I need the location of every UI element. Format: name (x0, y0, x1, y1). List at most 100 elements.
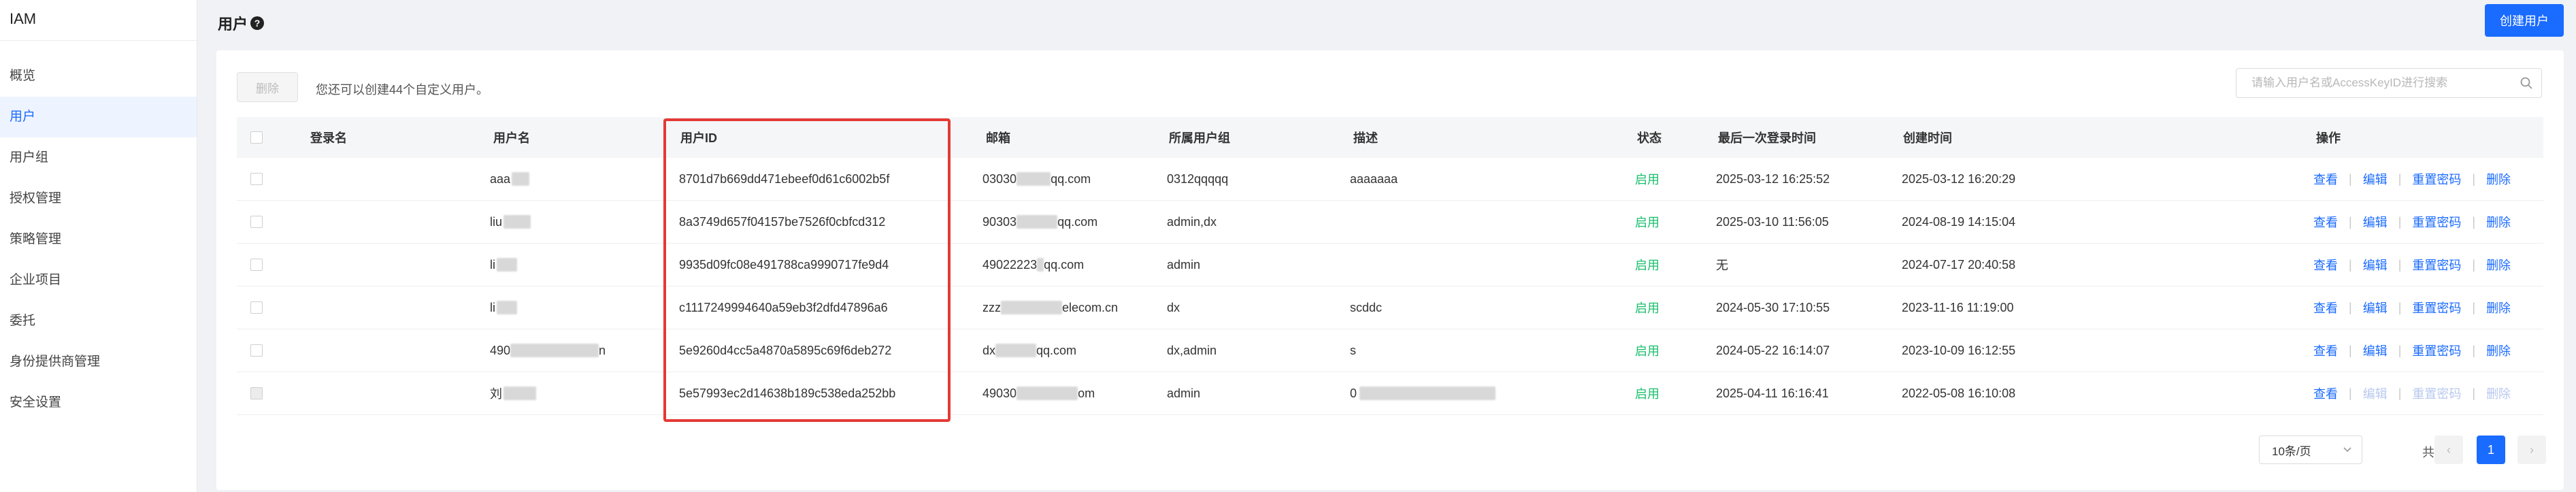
row-description: aaaaaaa (1350, 171, 1398, 186)
page-size-value: 10条/页 (2272, 444, 2311, 458)
row-created: 2023-11-16 11:19:00 (1902, 300, 2014, 314)
view-link[interactable]: 查看 (2313, 384, 2338, 402)
row-groups: dx,admin (1167, 343, 1217, 357)
create-user-button[interactable]: 创建用户 (2485, 4, 2564, 37)
row-created: 2023-10-09 16:12:55 (1902, 343, 2016, 357)
row-last-login: 无 (1716, 259, 1728, 272)
page-1-button[interactable]: 1 (2477, 436, 2505, 464)
reset-password-link[interactable]: 重置密码 (2412, 299, 2461, 316)
redacted-mask (1037, 258, 1044, 272)
row-last-login: 2024-05-22 16:14:07 (1716, 343, 1830, 357)
row-email-suffix: om (1078, 386, 1095, 400)
reset-password-link[interactable]: 重置密码 (2412, 170, 2461, 188)
page-title: 用户 ? (218, 12, 265, 34)
sidebar-item-security-settings[interactable]: 安全设置 (0, 382, 197, 423)
reset-password-link[interactable]: 重置密码 (2412, 256, 2461, 274)
edit-link: 编辑 (2362, 387, 2388, 401)
edit-link[interactable]: 编辑 (2363, 299, 2388, 316)
sidebar-item-users[interactable]: 用户 (0, 97, 197, 137)
row-status: 启用 (1635, 387, 1659, 401)
col-groups: 所属用户组 (1169, 131, 1230, 145)
col-user-id: 用户ID (680, 131, 717, 145)
row-status: 启用 (1635, 259, 1659, 272)
row-checkbox[interactable] (250, 387, 263, 399)
sidebar-item-identity-providers[interactable]: 身份提供商管理 (0, 342, 197, 382)
row-username: 刘 (490, 387, 502, 401)
row-username: liu (490, 214, 503, 229)
col-description: 描述 (1353, 131, 1378, 145)
help-icon[interactable]: ? (250, 16, 265, 30)
view-link[interactable]: 查看 (2313, 213, 2338, 231)
search-box (2236, 68, 2542, 98)
edit-link[interactable]: 编辑 (2363, 256, 2388, 274)
redacted-mask (1359, 387, 1496, 400)
redacted-mask (1001, 301, 1062, 314)
view-link[interactable]: 查看 (2313, 170, 2338, 188)
row-status: 启用 (1635, 344, 1659, 358)
select-all-checkbox[interactable] (250, 131, 263, 144)
redacted-mask (503, 215, 531, 229)
row-last-login: 2025-03-10 11:56:05 (1716, 214, 1829, 229)
prev-page-button[interactable]: ‹ (2434, 436, 2463, 464)
sidebar-item-enterprise-projects[interactable]: 企业项目 (0, 260, 197, 301)
table-row: li 9935d09fc08e491788ca9990717fe9d4 4902… (237, 244, 2543, 286)
view-link[interactable]: 查看 (2313, 299, 2338, 316)
sidebar-item-overview[interactable]: 概览 (0, 56, 197, 97)
redacted-mask (1017, 387, 1078, 400)
row-email-prefix: 49022223 (982, 257, 1038, 272)
row-checkbox[interactable] (250, 216, 263, 228)
row-email-suffix: qq.com (1036, 343, 1077, 357)
delete-link[interactable]: 删除 (2486, 299, 2511, 316)
reset-password-link[interactable]: 重置密码 (2412, 213, 2461, 231)
row-user-id: c1117249994640a59eb3f2dfd47896a6 (679, 300, 888, 314)
table-row: 刘 5e57993ec2d14638b189c538eda252bb 49030… (237, 372, 2543, 415)
chevron-down-icon (2343, 447, 2351, 453)
sidebar-item-user-groups[interactable]: 用户组 (0, 137, 197, 178)
row-checkbox[interactable] (250, 173, 263, 185)
delete-link[interactable]: 删除 (2486, 256, 2511, 274)
sidebar-item-authorization[interactable]: 授权管理 (0, 178, 197, 219)
delete-link: 删除 (2486, 387, 2511, 401)
row-checkbox[interactable] (250, 301, 263, 314)
delete-link[interactable]: 删除 (2486, 342, 2511, 359)
search-icon[interactable] (2520, 76, 2533, 90)
next-page-button[interactable]: › (2517, 436, 2546, 464)
row-email-suffix: qq.com (1044, 257, 1085, 272)
row-created: 2024-07-17 20:40:58 (1902, 257, 2016, 272)
view-link[interactable]: 查看 (2313, 342, 2338, 359)
edit-link[interactable]: 编辑 (2363, 213, 2388, 231)
col-created: 创建时间 (1903, 131, 1952, 145)
reset-password-link[interactable]: 重置密码 (2412, 342, 2461, 359)
row-email-prefix: dx (982, 343, 996, 357)
bulk-delete-button[interactable]: 删除 (237, 72, 298, 102)
row-email-suffix: qq.com (1051, 171, 1091, 186)
table-header: 登录名 用户名 用户ID 邮箱 所属用户组 描述 状态 最后一次登录时间 创建时… (237, 117, 2543, 158)
row-user-id: 8701d7b669dd471ebeef0d61c6002b5f (679, 171, 890, 186)
edit-link[interactable]: 编辑 (2363, 342, 2388, 359)
delete-link[interactable]: 删除 (2486, 213, 2511, 231)
row-email-prefix: 03030 (982, 171, 1017, 186)
row-description: 0 (1350, 386, 1357, 400)
table-row: aaa 8701d7b669dd471ebeef0d61c6002b5f 030… (237, 158, 2543, 201)
redacted-mask (503, 387, 536, 400)
delete-link[interactable]: 删除 (2486, 170, 2511, 188)
sidebar-item-agencies[interactable]: 委托 (0, 301, 197, 342)
redacted-mask (510, 344, 599, 357)
redacted-mask (512, 172, 530, 186)
search-input[interactable] (2236, 69, 2541, 97)
row-checkbox[interactable] (250, 259, 263, 271)
view-link[interactable]: 查看 (2313, 256, 2338, 274)
row-checkbox[interactable] (250, 344, 263, 357)
row-username: li (490, 300, 495, 314)
row-user-id: 8a3749d657f04157be7526f0cbfcd312 (679, 214, 886, 229)
edit-link[interactable]: 编辑 (2363, 170, 2388, 188)
page-size-select[interactable]: 10条/页 (2259, 436, 2362, 464)
row-email-suffix: qq.com (1057, 214, 1098, 229)
table-row: 490 n 5e9260d4cc5a4870a5895c69f6deb272 dx… (237, 329, 2543, 372)
sidebar-item-policies[interactable]: 策略管理 (0, 219, 197, 260)
row-groups: admin,dx (1167, 214, 1217, 229)
col-email: 邮箱 (986, 131, 1010, 145)
row-last-login: 2024-05-30 17:10:55 (1716, 300, 1830, 314)
row-description: scddc (1350, 300, 1383, 314)
row-groups: admin (1167, 257, 1201, 272)
